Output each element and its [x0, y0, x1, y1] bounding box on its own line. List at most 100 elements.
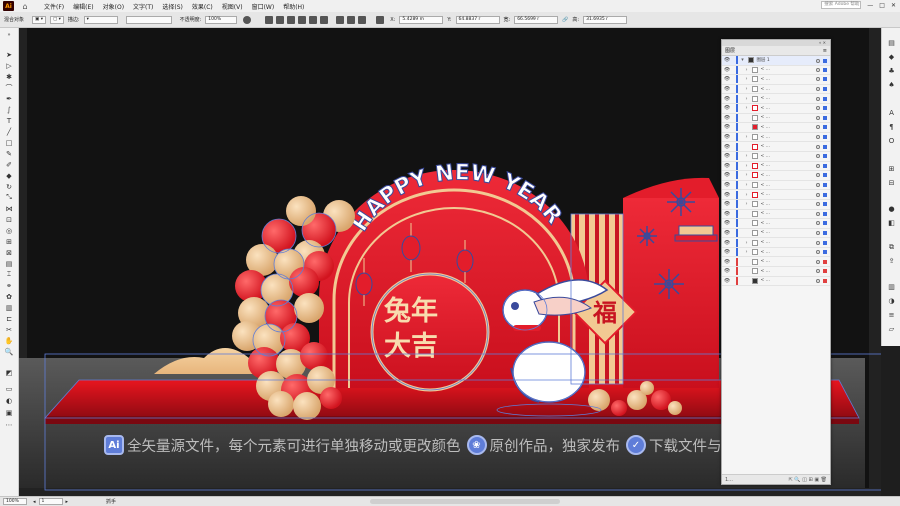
paragraph-icon[interactable]: ¶ — [886, 122, 897, 132]
direct-selection-tool-icon[interactable]: ▷ — [3, 61, 15, 70]
expand-arrow-icon[interactable]: ▾ — [740, 57, 746, 63]
transparency-icon[interactable]: ◑ — [886, 296, 897, 306]
sublayer-row[interactable]: 👁 < ... — [722, 276, 830, 287]
layer-row[interactable]: 👁 ▾ 图层 1 — [722, 56, 830, 66]
sublayer-row[interactable]: 👁 › < ... — [722, 133, 830, 143]
eyedropper-icon[interactable]: ⌶ — [3, 270, 15, 279]
align-left-icon[interactable] — [265, 15, 274, 24]
variable-width-profile[interactable] — [125, 15, 172, 24]
screen-mode-icon[interactable]: ▣ — [3, 408, 15, 417]
symbols-icon[interactable]: ♠ — [886, 80, 897, 90]
zoom-tool-icon[interactable]: 🔍 — [3, 347, 15, 356]
visibility-eye-icon[interactable]: 👁 — [723, 57, 731, 63]
sublayer-row[interactable]: 👁 < ... — [722, 228, 830, 239]
gradient-panel-icon[interactable]: ▥ — [886, 282, 897, 292]
prev-artboard-icon[interactable]: ◂ — [33, 499, 36, 505]
distribute-h-icon[interactable] — [347, 15, 356, 24]
sublayer-row[interactable]: 👁 › < ... — [722, 248, 830, 258]
panel-collapse-icon[interactable]: » — [3, 30, 15, 39]
sublayer-row[interactable]: 👁 < ... — [722, 123, 830, 133]
sublayer-row[interactable]: 👁 › < ... — [722, 161, 830, 172]
rotate-tool-icon[interactable]: ↻ — [3, 182, 15, 191]
sublayer-row[interactable]: 👁 › < ... — [722, 104, 830, 114]
line-tool-icon[interactable]: ╱ — [3, 127, 15, 136]
horizontal-scrollbar[interactable] — [370, 499, 560, 504]
opacity-field[interactable]: 100% — [205, 15, 238, 24]
help-search-input[interactable]: 搜索 Adobe 帮助 — [821, 1, 862, 9]
sublayer-row[interactable]: 👁 › < ... — [722, 238, 830, 248]
locate-object-icon[interactable]: 🔍 — [794, 477, 800, 483]
menu-view[interactable]: 视图(V) — [222, 2, 243, 11]
sublayer-row[interactable]: 👁 › < ... — [722, 85, 830, 95]
free-transform-icon[interactable]: ⊡ — [3, 215, 15, 224]
type-tool-icon[interactable]: T — [3, 116, 15, 125]
appearance-icon[interactable]: ● — [886, 204, 897, 214]
eraser-icon[interactable]: ◆ — [3, 171, 15, 180]
sublayer-row[interactable]: 👁 < ... — [722, 219, 830, 229]
pen-tool-icon[interactable]: ✒ — [3, 94, 15, 103]
opentype-icon[interactable]: O — [886, 136, 897, 146]
gradient-tool-icon[interactable]: ▤ — [3, 259, 15, 268]
shape-builder-icon[interactable]: ◎ — [3, 226, 15, 235]
slice-tool-icon[interactable]: ✂ — [3, 325, 15, 334]
clipping-mask-icon[interactable]: ◫ — [802, 477, 807, 483]
swatches-icon[interactable]: ♣ — [886, 66, 897, 76]
artboard-tool-icon[interactable]: ⊏ — [3, 314, 15, 323]
distribute-icon[interactable] — [336, 15, 345, 24]
selection-tool-icon[interactable]: ➤ — [3, 50, 15, 59]
delete-layer-icon[interactable]: 🗑 — [821, 477, 827, 483]
fill-stroke-icon[interactable]: ◩ — [3, 368, 15, 377]
stroke-panel-icon[interactable]: ≡ — [886, 310, 897, 320]
close-icon[interactable]: ✕ — [891, 2, 896, 9]
properties-icon[interactable]: ▤ — [886, 38, 897, 48]
menu-select[interactable]: 选择(S) — [162, 2, 183, 11]
distribute-v-icon[interactable] — [358, 15, 367, 24]
menu-window[interactable]: 窗口(W) — [252, 2, 275, 11]
menu-file[interactable]: 文件(F) — [44, 2, 64, 11]
export-layer-icon[interactable]: ⇱ — [789, 477, 793, 483]
align-bottom-icon[interactable] — [320, 15, 329, 24]
magic-wand-icon[interactable]: ✱ — [3, 72, 15, 81]
color-icon[interactable]: ◆ — [886, 52, 897, 62]
width-field[interactable]: 66.5699 r — [514, 15, 559, 24]
links-icon[interactable]: ⧉ — [886, 242, 897, 252]
scale-tool-icon[interactable]: ⤡ — [3, 193, 15, 202]
sublayer-row[interactable]: 👁 › < ... — [722, 152, 830, 162]
sublayer-row[interactable]: 👁 › < ... — [722, 94, 830, 104]
menu-edit[interactable]: 编辑(E) — [73, 2, 93, 11]
menu-object[interactable]: 对象(O) — [103, 2, 124, 11]
curvature-tool-icon[interactable]: ∫ — [3, 105, 15, 114]
transform-panel-icon[interactable]: ⊞ — [886, 164, 897, 174]
align-panel-icon[interactable]: ⊟ — [886, 178, 897, 188]
align-right-icon[interactable] — [287, 15, 296, 24]
rectangle-tool-icon[interactable]: □ — [3, 138, 15, 147]
sublayer-row[interactable]: 👁 < ... — [722, 113, 830, 124]
y-field[interactable]: 64.8837 r — [455, 15, 500, 24]
sublayer-row[interactable]: 👁 < ... — [722, 267, 830, 277]
layer-name[interactable]: 图层 1 — [757, 57, 770, 63]
x-field[interactable]: 5.4289 m — [399, 15, 444, 24]
sublayer-row[interactable]: 👁 < ... — [722, 142, 830, 152]
sublayer-row[interactable]: 👁 › < ... — [722, 181, 830, 191]
sublayer-row[interactable]: 👁 › < ... — [722, 171, 830, 181]
stroke-swatch[interactable]: ▢ ▾ — [49, 15, 64, 24]
lasso-icon[interactable]: ⌒ — [3, 83, 15, 92]
zoom-field[interactable]: 100% — [3, 498, 27, 505]
hand-tool-icon[interactable]: ✋ — [3, 336, 15, 345]
new-layer-icon[interactable]: ▣ — [814, 477, 819, 483]
graph-tool-icon[interactable]: ▥ — [3, 303, 15, 312]
align-top-icon[interactable] — [298, 15, 307, 24]
shaper-tool-icon[interactable]: ✐ — [3, 160, 15, 169]
character-icon[interactable]: A — [886, 108, 897, 118]
layers-tab[interactable]: 图层 — [725, 47, 735, 54]
sublayer-row[interactable]: 👁 › < ... — [722, 65, 830, 76]
paintbrush-icon[interactable]: ✎ — [3, 149, 15, 158]
sublayer-row[interactable]: 👁 < ... — [722, 209, 830, 220]
transform-icon[interactable] — [376, 15, 385, 24]
home-icon[interactable]: ⌂ — [20, 1, 30, 11]
height-field[interactable]: 31.6935 r — [583, 15, 628, 24]
align-middle-icon[interactable] — [309, 15, 318, 24]
artboard-number-field[interactable]: 1 — [38, 498, 63, 505]
minimize-icon[interactable]: — — [867, 2, 873, 9]
fill-swatch[interactable]: ▣ ▾ — [32, 15, 46, 24]
